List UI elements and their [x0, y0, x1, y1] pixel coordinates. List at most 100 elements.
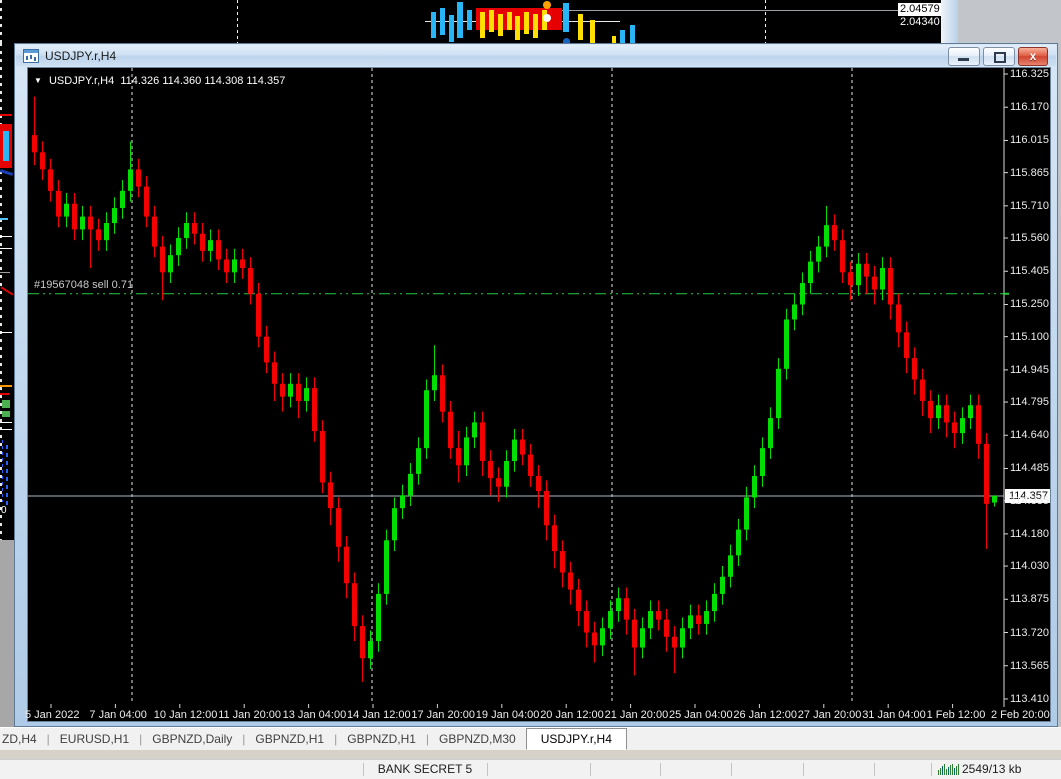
candle-body	[368, 641, 373, 659]
time-tick-label: 1 Feb 12:00	[926, 709, 986, 721]
close-button[interactable]: x	[1018, 47, 1048, 66]
candle-body	[360, 626, 365, 659]
line	[0, 332, 12, 333]
candle-body	[752, 476, 757, 498]
order-line-label: #19567048 sell 0.71	[34, 278, 134, 291]
candle	[489, 10, 494, 32]
candle-body	[456, 448, 461, 466]
price-tick-label: 113.875	[1010, 593, 1049, 606]
candle-body	[200, 233, 205, 251]
candle-body	[240, 259, 245, 269]
bg-price-label-boxed: 2.04579	[898, 3, 942, 16]
candle-body	[816, 246, 821, 262]
chart-tab-gbpnzd-h1[interactable]: GBPNZD,H1	[245, 728, 334, 750]
candle-body	[176, 238, 181, 256]
candle-body	[776, 368, 781, 419]
chart-tab-gbpnzd-h1[interactable]: GBPNZD,H1	[337, 728, 426, 750]
price-tick-label: 115.710	[1010, 199, 1049, 212]
price-tick-label: 113.720	[1010, 626, 1049, 639]
time-tick-label: 21 Jan 20:00	[604, 709, 669, 721]
candle-body	[904, 332, 909, 359]
candle	[431, 12, 436, 38]
price-tick-label: 115.865	[1010, 166, 1049, 179]
candle-body	[992, 495, 997, 503]
candle-body	[720, 576, 725, 594]
candle-body	[624, 598, 629, 620]
period-separator	[765, 0, 766, 43]
candle-body	[520, 439, 525, 455]
background-scale-dashes	[0, 0, 2, 43]
candle-body	[728, 555, 733, 577]
candle-body	[288, 383, 293, 397]
candle	[449, 15, 454, 42]
candle-body	[296, 383, 301, 401]
chart-tab-zd-h4[interactable]: ZD,H4	[0, 728, 47, 750]
price-tick-label: 113.565	[1010, 659, 1049, 672]
candle-body	[336, 508, 341, 547]
minimize-button[interactable]	[948, 47, 980, 66]
header-symbol: USDJPY.r,H4	[48, 75, 115, 87]
candle-body	[640, 628, 645, 648]
price-tick-label: 115.250	[1010, 298, 1049, 311]
candle-body	[128, 169, 133, 191]
candle-body	[160, 246, 165, 273]
restore-button[interactable]	[983, 47, 1015, 66]
close-icon: x	[1029, 49, 1037, 63]
candle	[440, 8, 445, 35]
price-tick-label: 115.560	[1010, 232, 1049, 245]
candle-body	[936, 405, 941, 419]
signal-dot-orange	[543, 1, 551, 9]
candle-body	[352, 583, 357, 627]
candle-body	[400, 495, 405, 509]
candle-body	[392, 508, 397, 541]
candle-body	[760, 448, 765, 476]
candle-body	[584, 611, 589, 633]
time-tick-label: 31 Jan 04:00	[862, 709, 926, 721]
candle-body	[264, 336, 269, 363]
chart-tab-eurusd-h1[interactable]: EURUSD,H1	[50, 728, 139, 750]
line	[0, 422, 12, 423]
candle-body	[136, 169, 141, 187]
status-traffic: 2549/13 kb	[962, 762, 1022, 776]
marker	[2, 400, 10, 408]
candle-body	[256, 293, 261, 337]
dash	[0, 218, 8, 220]
candle-body	[960, 418, 965, 434]
candle-body	[416, 448, 421, 474]
candle-body	[880, 268, 885, 290]
candle-body	[976, 405, 981, 444]
candle-body	[784, 319, 789, 369]
candle-body	[608, 611, 613, 629]
time-tick-label: 2 Feb 20:00	[991, 709, 1050, 721]
candle-body	[968, 405, 973, 419]
window-titlebar[interactable]: USDJPY.r,H4 x	[16, 45, 1056, 66]
candle-body	[448, 411, 453, 449]
candle-body	[480, 422, 485, 461]
candle-body	[376, 593, 381, 642]
time-tick-label: 26 Jan 12:00	[733, 709, 798, 721]
candle-body	[912, 358, 917, 380]
chart-tab-gbpnzd-daily[interactable]: GBPNZD,Daily	[142, 728, 242, 750]
candle-body	[944, 405, 949, 423]
candle-body	[736, 529, 741, 556]
candle-body	[168, 255, 173, 273]
level-line	[560, 10, 941, 11]
candle-body	[504, 460, 509, 487]
candlestick-plot[interactable]	[28, 68, 1050, 721]
price-tick-label: 116.325	[1010, 68, 1049, 80]
time-tick-label: 17 Jan 20:00	[411, 709, 476, 721]
candle-body	[688, 615, 693, 629]
chart-tab-gbpnzd-m30[interactable]: GBPNZD,M30	[429, 728, 526, 750]
candle	[515, 16, 520, 40]
time-tick-label: 10 Jan 12:00	[153, 709, 218, 721]
candle-body	[328, 482, 333, 509]
time-tick-label: 27 Jan 20:00	[797, 709, 862, 721]
candle-body	[632, 619, 637, 648]
chart-canvas[interactable]: ▼ USDJPY.r,H4 114.326 114.360 114.308 11…	[25, 67, 1051, 722]
status-cell-separator	[487, 763, 488, 776]
candle-body	[792, 304, 797, 320]
candle-body	[864, 263, 869, 277]
chart-tab-usdjpy-r-h4[interactable]: USDJPY.r,H4	[525, 728, 627, 750]
line	[0, 248, 12, 249]
candle-body	[120, 190, 125, 208]
